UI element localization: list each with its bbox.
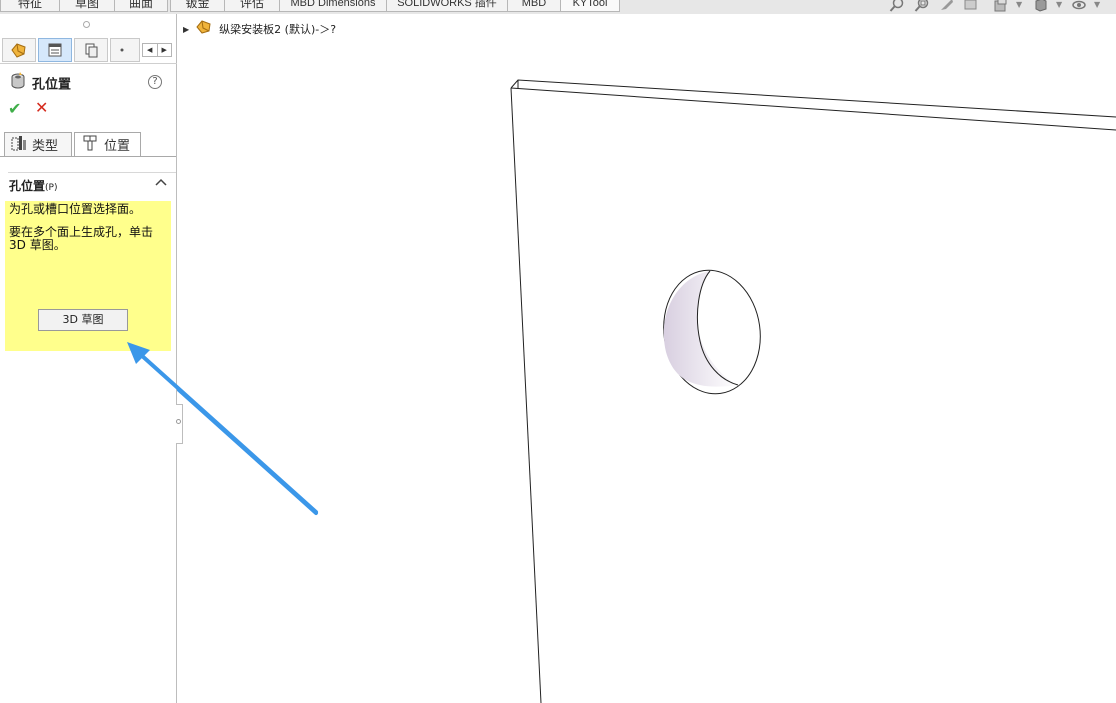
tab-type-label: 类型 [32, 139, 59, 154]
help-icon[interactable]: ? [148, 75, 162, 89]
tab-sketch[interactable]: 草图 [59, 0, 115, 12]
tab-position-label: 位置 [104, 139, 131, 154]
property-manager-panel: ◀ ▶ 孔位置 ? ✔ ✕ 类型 位置 孔位置(P) 为孔或槽口位置选择面。 要… [0, 14, 177, 703]
section-header[interactable]: 孔位置(P) [9, 177, 57, 194]
command-manager-tabs: 特征 草图 曲面 钣金 评估 MBD Dimensions SOLIDWORKS… [0, 0, 1116, 14]
zoom-to-area-icon[interactable] [914, 0, 930, 13]
tab-surfaces[interactable]: 曲面 [114, 0, 168, 12]
tab-position[interactable]: 位置 [74, 132, 141, 157]
sub-tab-divider [0, 156, 176, 157]
cancel-x-icon[interactable]: ✕ [35, 98, 48, 117]
section-shortcut: (P) [45, 183, 58, 193]
hide-show-items-icon[interactable] [1071, 0, 1087, 13]
view-orientation-icon[interactable] [992, 0, 1008, 13]
3d-sketch-button[interactable]: 3D 草图 [38, 309, 128, 331]
annotation-arrow [177, 385, 318, 515]
tab-type[interactable]: 类型 [4, 132, 72, 157]
tab-scroll-arrows[interactable]: ◀ ▶ [142, 43, 172, 57]
message-line-2: 要在多个面上生成孔，单击 3D 草图。 [9, 225, 154, 252]
manager-tabs: ◀ ▶ [0, 38, 177, 64]
hole-feature[interactable] [656, 264, 768, 400]
display-style-dropdown-icon[interactable]: ▼ [1056, 0, 1062, 9]
featuremanager-icon[interactable] [2, 38, 36, 62]
hide-show-dropdown-icon[interactable]: ▼ [1094, 0, 1100, 9]
tab-evaluate[interactable]: 评估 [224, 0, 280, 12]
graphics-viewport[interactable] [177, 14, 1116, 703]
ok-check-icon[interactable]: ✔ [8, 99, 21, 118]
hole-wizard-icon [10, 72, 26, 98]
scroll-right-icon[interactable]: ▶ [156, 44, 172, 56]
message-box: 为孔或槽口位置选择面。 要在多个面上生成孔，单击 3D 草图。 3D 草图 [5, 201, 171, 351]
plate-body[interactable] [510, 79, 1116, 703]
tab-mbd[interactable]: MBD [507, 0, 561, 12]
tab-mbd-dimensions[interactable]: MBD Dimensions [279, 0, 387, 12]
panel-grip[interactable] [83, 21, 90, 28]
tab-solidworks-addins[interactable]: SOLIDWORKS 插件 [386, 0, 508, 12]
tab-features[interactable]: 特征 [0, 0, 60, 12]
feature-title: 孔位置 [10, 72, 71, 94]
propertymanager-icon[interactable] [38, 38, 72, 62]
configurationmanager-icon[interactable] [74, 38, 108, 62]
type-icon [11, 135, 27, 155]
message-line-1: 为孔或槽口位置选择面。 [9, 202, 142, 216]
section-title: 孔位置 [9, 179, 46, 193]
section-view-icon[interactable] [963, 0, 979, 13]
display-style-icon[interactable] [1033, 0, 1049, 13]
chevron-up-icon[interactable] [155, 176, 167, 190]
zoom-to-fit-icon[interactable] [889, 0, 905, 13]
view-orientation-dropdown-icon[interactable]: ▼ [1016, 0, 1022, 9]
previous-view-icon[interactable] [939, 0, 955, 13]
tab-sheet-metal[interactable]: 钣金 [170, 0, 225, 12]
scroll-left-icon[interactable]: ◀ [143, 44, 157, 56]
more-tabs-icon[interactable] [110, 38, 140, 62]
tab-kytool[interactable]: KYTool [560, 0, 620, 12]
position-icon [81, 134, 99, 156]
section-divider [8, 172, 176, 173]
feature-title-text: 孔位置 [32, 77, 72, 93]
